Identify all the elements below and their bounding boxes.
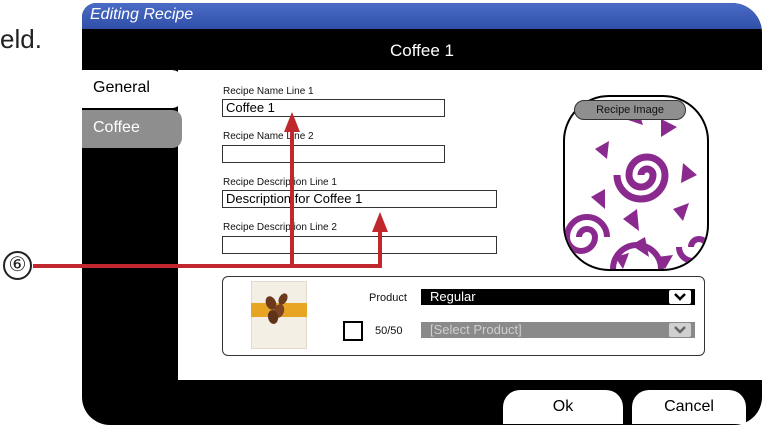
callout-arrows [33, 112, 388, 268]
